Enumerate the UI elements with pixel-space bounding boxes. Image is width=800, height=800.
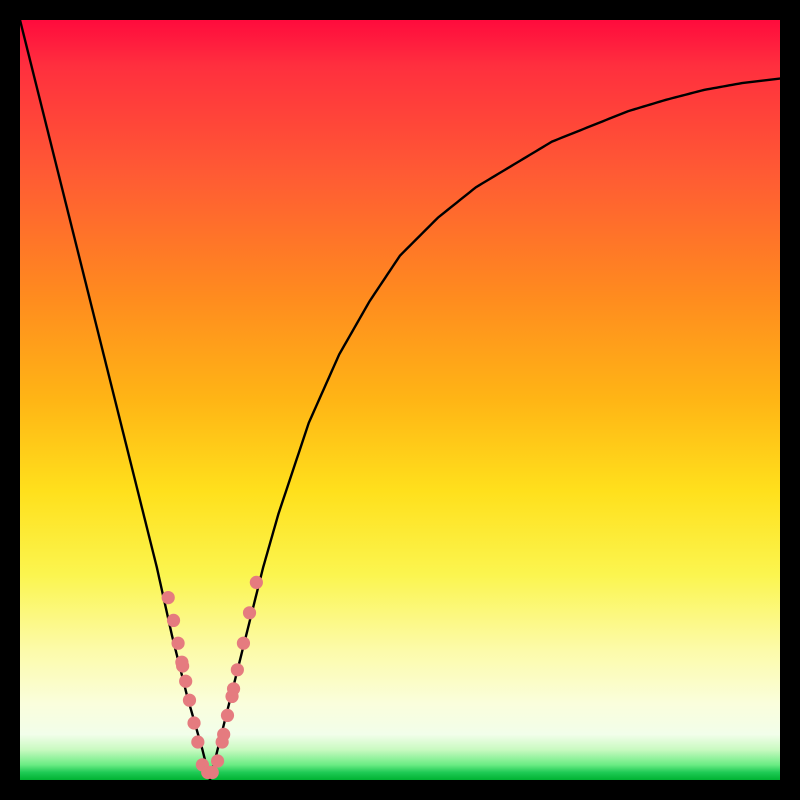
data-point [211, 754, 224, 767]
data-point [187, 716, 200, 729]
data-point [231, 663, 244, 676]
watermark-text: TheBottleneck.com [601, 2, 776, 25]
chart-frame: TheBottleneck.com [0, 0, 800, 800]
data-point [171, 637, 184, 650]
data-point [250, 576, 263, 589]
data-point [191, 735, 204, 748]
data-point [179, 675, 192, 688]
bottleneck-curve [20, 20, 780, 780]
data-point [162, 591, 175, 604]
data-point [227, 682, 240, 695]
data-point [243, 606, 256, 619]
data-point [183, 694, 196, 707]
data-point [176, 659, 189, 672]
data-point [221, 709, 234, 722]
data-point [206, 766, 219, 779]
data-point [217, 728, 230, 741]
data-point [237, 637, 250, 650]
data-point [167, 614, 180, 627]
bottleneck-curve-plot [20, 20, 780, 780]
